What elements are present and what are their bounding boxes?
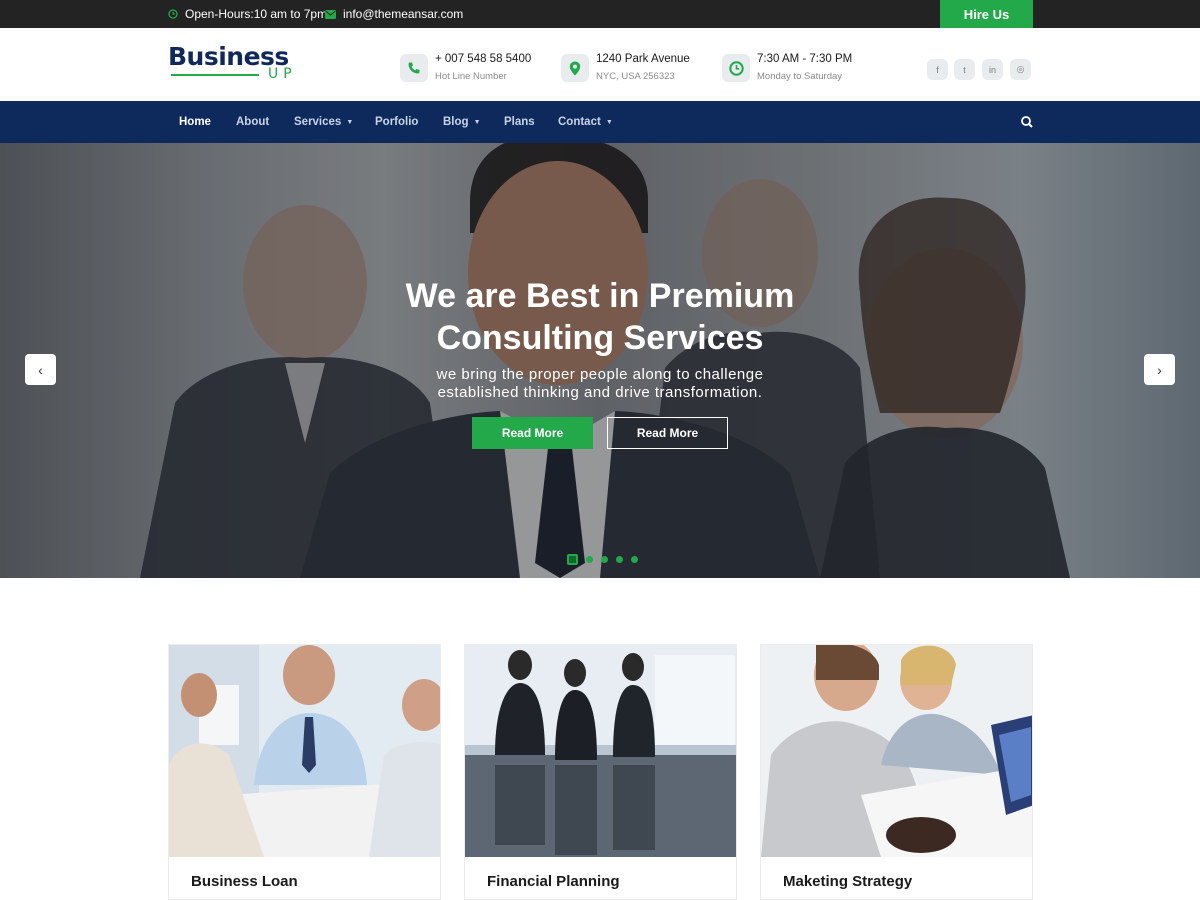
hero-slider: We are Best in Premium Consulting Servic… (0, 143, 1200, 578)
address-city: NYC, USA 256323 (596, 71, 675, 82)
facebook-icon[interactable]: f (927, 59, 948, 80)
card-title[interactable]: Financial Planning (487, 873, 620, 890)
slider-dot-1[interactable] (567, 554, 578, 565)
nav-services-label: Services (294, 116, 342, 128)
hero-title: We are Best in Premium Consulting Servic… (300, 275, 900, 359)
phone-caption: Hot Line Number (435, 71, 507, 82)
nav-blog[interactable]: Blog ▼ (443, 101, 481, 143)
nav-home[interactable]: Home (179, 101, 211, 143)
phone-number: + 007 548 58 5400 (435, 53, 532, 65)
opening-hours-text: Open-Hours:10 am to 7pm (185, 7, 328, 21)
logo-subtitle: UP (268, 66, 297, 82)
nav-contact-label: Contact (558, 116, 601, 128)
hire-us-button[interactable]: Hire Us (940, 0, 1033, 28)
twitter-icon[interactable]: t (954, 59, 975, 80)
service-card-financial-planning[interactable]: Financial Planning (464, 644, 737, 900)
hero-subtitle-line-1: we bring the proper people along to chal… (436, 366, 764, 383)
hero-subtitle-line-2: established thinking and drive transform… (437, 384, 763, 401)
office-hours: 7:30 AM - 7:30 PM (757, 53, 853, 65)
service-card-marketing-strategy[interactable]: Maketing Strategy (760, 644, 1033, 900)
email-text[interactable]: info@themeansar.com (343, 7, 463, 21)
hero-subtitle: we bring the proper people along to chal… (300, 366, 900, 402)
linkedin-icon[interactable]: in (982, 59, 1003, 80)
clock-icon (722, 54, 750, 82)
card-title[interactable]: Maketing Strategy (783, 873, 912, 890)
top-bar: Open-Hours:10 am to 7pm info@themeansar.… (0, 0, 1200, 28)
office-days: Monday to Saturday (757, 71, 843, 82)
hero-title-line-2: Consulting Services (436, 319, 764, 357)
main-navigation: Home About Services ▼ Porfolio Blog ▼ Plan… (0, 101, 1200, 143)
chevron-down-icon: ▼ (473, 118, 481, 126)
nav-portfolio[interactable]: Porfolio (375, 101, 418, 143)
nav-plans-label: Plans (504, 116, 535, 128)
card-title[interactable]: Business Loan (191, 873, 298, 890)
slider-pagination (567, 554, 646, 565)
nav-contact[interactable]: Contact ▼ (558, 101, 613, 143)
hero-read-more-button[interactable]: Read More (472, 417, 593, 449)
slider-dot-5[interactable] (631, 556, 638, 563)
contact-hours: 7:30 AM - 7:30 PM Monday to Saturday (722, 50, 852, 86)
nav-about-label: About (236, 116, 270, 128)
hero-overlay (0, 143, 1200, 578)
contact-phone: + 007 548 58 5400 Hot Line Number (400, 50, 531, 86)
phone-icon (400, 54, 428, 82)
business-loan-image (169, 645, 440, 857)
nav-blog-label: Blog (443, 116, 469, 128)
nav-plans[interactable]: Plans (504, 101, 535, 143)
chevron-down-icon: ▼ (605, 118, 613, 126)
site-header: Business UP + 007 548 58 5400 Hot Line N… (0, 28, 1200, 101)
email-info[interactable]: info@themeansar.com (325, 0, 463, 28)
nav-home-label: Home (179, 116, 211, 128)
contact-address: 1240 Park Avenue NYC, USA 256323 (561, 50, 690, 86)
nav-portfolio-label: Porfolio (375, 116, 419, 128)
opening-hours: Open-Hours:10 am to 7pm (168, 0, 327, 28)
search-icon[interactable] (1019, 114, 1035, 130)
nav-about[interactable]: About (236, 101, 269, 143)
hero-title-line-1: We are Best in Premium (405, 277, 795, 315)
slider-dot-4[interactable] (616, 556, 623, 563)
service-card-business-loan[interactable]: Business Loan (168, 644, 441, 900)
slider-dot-3[interactable] (601, 556, 608, 563)
nav-services[interactable]: Services ▼ (294, 101, 353, 143)
slider-dot-2[interactable] (586, 556, 593, 563)
slider-next-arrow[interactable]: › (1144, 354, 1175, 385)
slider-prev-arrow[interactable]: ‹ (25, 354, 56, 385)
marketing-strategy-image (761, 645, 1032, 857)
hero-read-more-outline-button[interactable]: Read More (607, 417, 728, 449)
logo-underline (171, 74, 259, 76)
site-logo[interactable]: Business UP (168, 42, 300, 86)
financial-planning-image (465, 645, 736, 857)
chevron-down-icon: ▼ (346, 118, 354, 126)
location-pin-icon (561, 54, 589, 82)
envelope-icon (325, 9, 336, 19)
address-line: 1240 Park Avenue (596, 53, 690, 65)
instagram-icon[interactable]: ◎ (1010, 59, 1031, 80)
clock-icon (168, 9, 178, 19)
